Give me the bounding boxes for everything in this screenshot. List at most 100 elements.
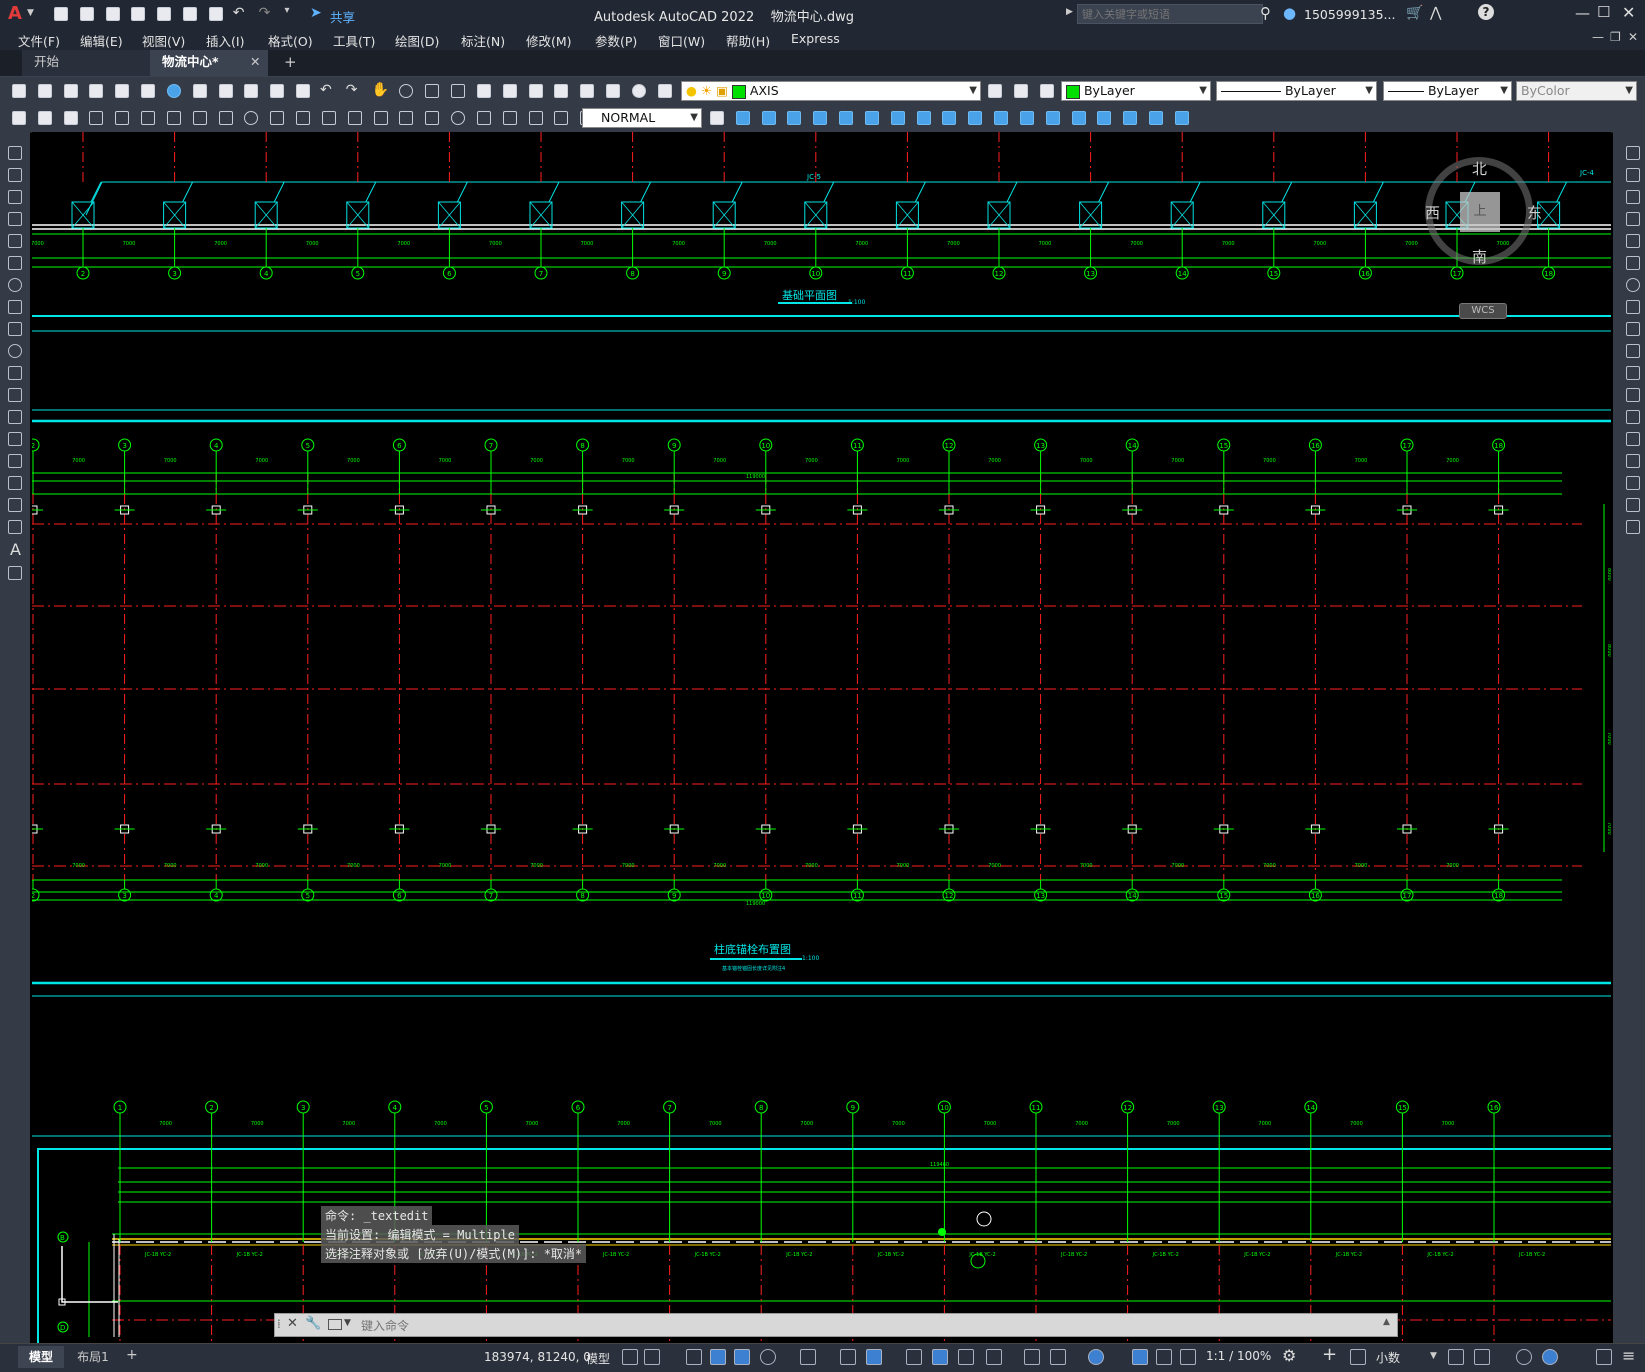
arc-icon[interactable]: [8, 256, 22, 270]
dim-arc-icon[interactable]: [139, 109, 157, 127]
tab-start[interactable]: 开始: [22, 50, 150, 76]
save-as-icon[interactable]: [129, 5, 147, 23]
rectangle-icon[interactable]: [8, 234, 22, 248]
trim-icon[interactable]: [1626, 344, 1640, 358]
rotate-icon[interactable]: [863, 109, 881, 127]
plot-icon[interactable]: [207, 5, 225, 23]
units-chevron-icon[interactable]: ▼: [1430, 1351, 1437, 1361]
menu-dimension[interactable]: 标注(N): [461, 31, 505, 50]
isolate-objects-icon[interactable]: [1516, 1349, 1532, 1365]
drawing-canvas[interactable]: 2 7000 3 7000 4 7000 5 7000 6 7000 7 7000 8 7000 9 7000…: [32, 132, 1611, 1343]
layer-iso-icon[interactable]: [36, 109, 54, 127]
doc-close-icon[interactable]: ✕: [1628, 30, 1638, 44]
viewcube-east[interactable]: 东: [1527, 202, 1542, 223]
undo-icon[interactable]: ↶: [233, 5, 251, 23]
block-editor-icon[interactable]: [294, 82, 312, 100]
layer-previous-icon[interactable]: [1012, 82, 1030, 100]
dim-break-icon[interactable]: [397, 109, 415, 127]
layer-dropdown[interactable]: ● ☀ ▣ AXIS ▼: [681, 81, 981, 101]
units-value[interactable]: 小数: [1376, 1349, 1400, 1366]
match-prop-icon[interactable]: [268, 82, 286, 100]
menu-format[interactable]: 格式(O): [268, 31, 313, 50]
object-snap-icon[interactable]: [866, 1349, 882, 1365]
maximize-icon[interactable]: ☐: [1597, 3, 1610, 21]
viewcube-north[interactable]: 北: [1472, 158, 1487, 179]
cut-icon[interactable]: [191, 82, 209, 100]
command-grip-icon[interactable]: ⁞: [277, 1317, 281, 1331]
tolerance-icon[interactable]: [423, 109, 441, 127]
table-icon[interactable]: [8, 520, 22, 534]
annotation-monitor-icon[interactable]: +: [1322, 1344, 1337, 1365]
ellipse-arc-icon[interactable]: [8, 366, 22, 380]
units-icon[interactable]: [1350, 1349, 1366, 1365]
dim-edit-icon[interactable]: [527, 109, 545, 127]
inspection-icon[interactable]: [475, 109, 493, 127]
isodraft-icon[interactable]: [800, 1349, 816, 1365]
sheet-set-icon[interactable]: [552, 82, 570, 100]
lineweight-dropdown[interactable]: ByLayer ▼: [1383, 81, 1512, 101]
doc-minimize-icon[interactable]: —: [1592, 30, 1604, 44]
make-current-icon[interactable]: [986, 82, 1004, 100]
menu-view[interactable]: 视图(V): [142, 31, 185, 50]
selection-filter-icon[interactable]: [1050, 1349, 1066, 1365]
viewcube[interactable]: 北 南 西 东 上: [1425, 157, 1542, 266]
viewcube-top-face[interactable]: 上: [1460, 192, 1500, 232]
command-scroll-up-icon[interactable]: ▲: [1383, 1317, 1390, 1327]
center-mark-icon[interactable]: [449, 109, 467, 127]
selection-cycling-icon[interactable]: [958, 1349, 974, 1365]
stretch-icon[interactable]: [915, 109, 933, 127]
copy-obj-icon[interactable]: [734, 109, 752, 127]
menu-edit[interactable]: 编辑(E): [80, 31, 123, 50]
web-icon[interactable]: [165, 82, 183, 100]
command-prompt-icon[interactable]: [328, 1319, 342, 1330]
new-tab-button[interactable]: +: [284, 53, 297, 71]
extend-icon[interactable]: [1626, 366, 1640, 380]
help-icon[interactable]: [630, 82, 648, 100]
user-name[interactable]: 1505999135...: [1304, 7, 1395, 22]
command-recent-chevron-icon[interactable]: ▼: [344, 1318, 351, 1328]
plotstyle-dropdown[interactable]: ByColor ▼: [1516, 81, 1637, 101]
lock-ui-icon[interactable]: [1474, 1349, 1490, 1365]
layer-states-icon[interactable]: [1038, 82, 1056, 100]
dim-space-icon[interactable]: [372, 109, 390, 127]
save-icon[interactable]: [104, 5, 122, 23]
mirror-icon[interactable]: [760, 109, 778, 127]
autocad-logo[interactable]: A: [8, 3, 22, 24]
dim-continue-icon[interactable]: [346, 109, 364, 127]
pan-icon[interactable]: ✋: [372, 82, 390, 100]
properties-icon[interactable]: [475, 82, 493, 100]
coordinates-readout[interactable]: 183974, 81240, 0: [484, 1350, 591, 1364]
save-icon[interactable]: [62, 82, 80, 100]
menu-draw[interactable]: 绘图(D): [395, 31, 439, 50]
user-icon[interactable]: ●: [1283, 4, 1296, 22]
design-center-icon[interactable]: [501, 82, 519, 100]
redo-icon[interactable]: ↷: [259, 5, 277, 23]
search-icon[interactable]: ⚲: [1260, 4, 1271, 22]
fillet-icon[interactable]: [1626, 476, 1640, 490]
cart-icon[interactable]: 🛒: [1406, 5, 1423, 21]
workspace-gear-icon[interactable]: ⚙: [1282, 1346, 1296, 1365]
dim-baseline-icon[interactable]: [320, 109, 338, 127]
array-icon[interactable]: [811, 109, 829, 127]
dim-ordinate-icon[interactable]: [165, 109, 183, 127]
dynamic-input-icon[interactable]: [710, 1349, 726, 1365]
share-button[interactable]: 共享: [330, 7, 355, 26]
search-expand-icon[interactable]: ▶: [1066, 7, 1073, 17]
publish-icon[interactable]: [139, 82, 157, 100]
dim-angular-icon[interactable]: [268, 109, 286, 127]
menu-window[interactable]: 窗口(W): [658, 31, 705, 50]
hatch-icon[interactable]: [8, 454, 22, 468]
tool-palettes-icon[interactable]: [527, 82, 545, 100]
dim-jogged-icon[interactable]: [217, 109, 235, 127]
copy-icon[interactable]: [217, 82, 235, 100]
doc-restore-icon[interactable]: ❐: [1610, 30, 1621, 44]
dynamic-ucs-icon[interactable]: [1024, 1349, 1040, 1365]
command-customize-icon[interactable]: 🔧: [305, 1316, 321, 1331]
erase-icon[interactable]: [1626, 146, 1640, 160]
wcs-menu[interactable]: WCS: [1459, 303, 1507, 319]
offset-icon[interactable]: [785, 109, 803, 127]
annotation-scale-icon[interactable]: [1180, 1349, 1196, 1365]
quick-properties-icon[interactable]: [1448, 1349, 1464, 1365]
redo-icon[interactable]: ↷: [346, 82, 364, 100]
explode-icon[interactable]: [1095, 109, 1113, 127]
